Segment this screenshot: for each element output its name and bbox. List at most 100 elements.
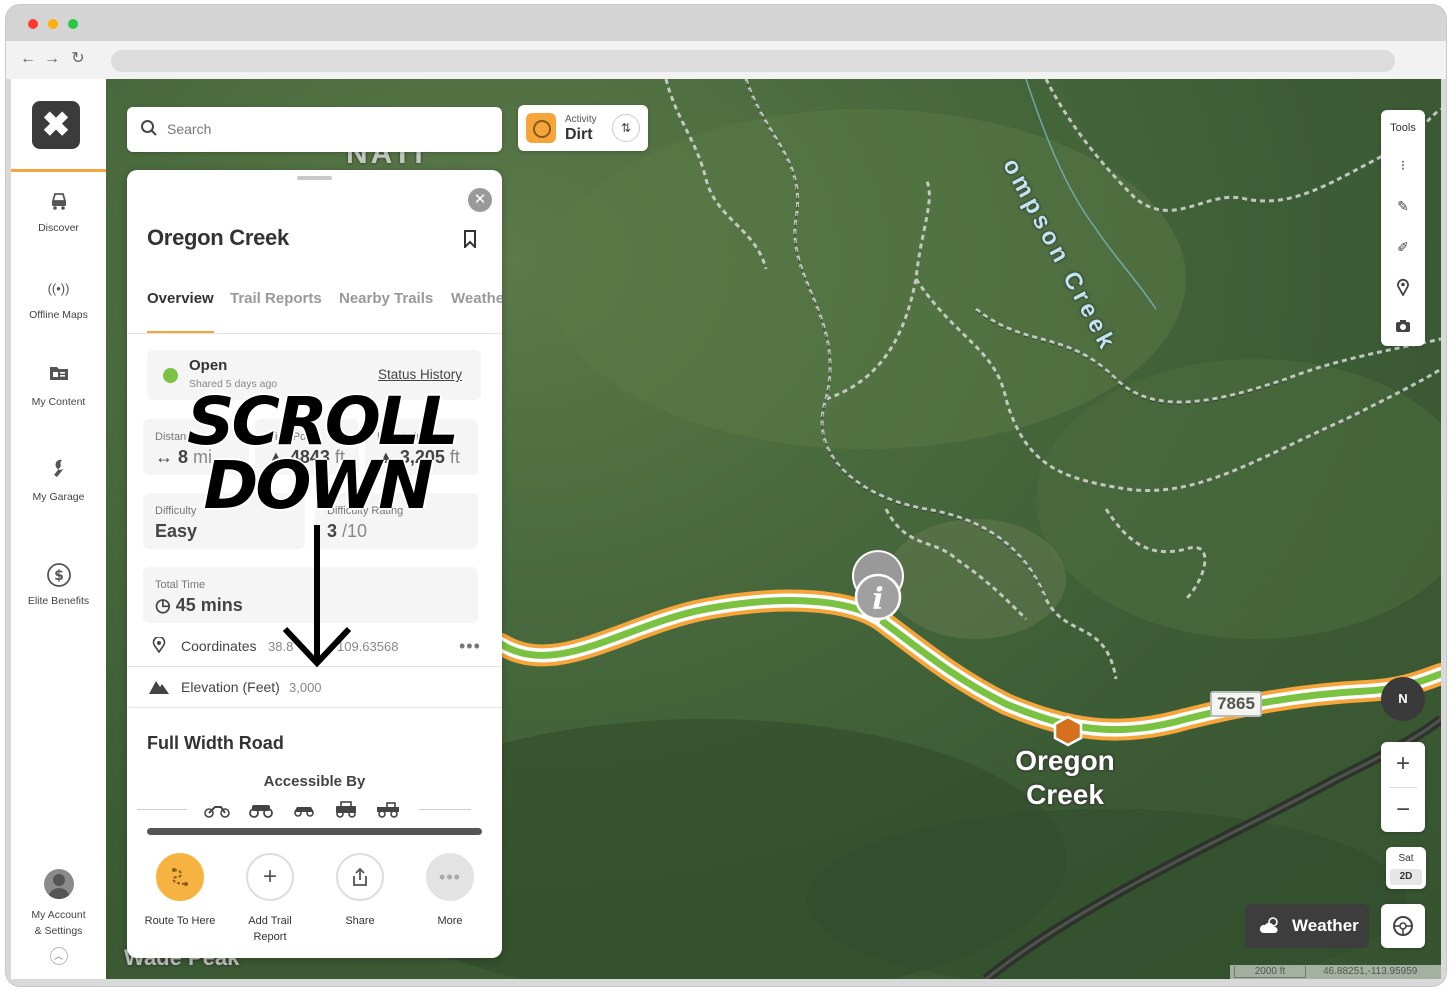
tab-weather[interactable]: Weather xyxy=(451,290,502,334)
sidebar-item-offline-maps[interactable]: ((•)) Offline Maps xyxy=(11,276,106,323)
action-label: More xyxy=(437,915,463,927)
sidebar-item-label: Offline Maps xyxy=(29,309,88,321)
browser-window: ← → ↻ ✖ Discover ((•)) Offline Maps My C… xyxy=(6,5,1446,986)
svg-text:$: $ xyxy=(54,568,64,584)
reload-icon[interactable]: ↻ xyxy=(68,49,88,69)
status-history-link[interactable]: Status History xyxy=(378,367,462,382)
elevation-label: Elevation (Feet) xyxy=(181,679,280,695)
map-layer-toggle[interactable]: Sat 2D xyxy=(1386,847,1426,889)
close-panel-button[interactable]: ✕ xyxy=(468,188,492,212)
overlay-line2: DOWN xyxy=(203,447,434,524)
scale-distance: 2000 ft xyxy=(1234,966,1306,978)
sidebar-item-my-garage[interactable]: My Garage xyxy=(11,458,106,505)
dollar-icon: $ xyxy=(11,562,106,588)
vehicle-icons xyxy=(137,798,492,820)
sidebar-item-label: My Garage xyxy=(32,491,85,503)
jeep-icon xyxy=(336,801,356,818)
weather-label: Weather xyxy=(1292,916,1359,935)
sxs-icon xyxy=(294,807,314,817)
dirt-activity-icon xyxy=(526,113,556,143)
broadcast-icon: ((•)) xyxy=(47,281,70,296)
share-button[interactable]: Share xyxy=(315,853,405,929)
account-label-line1: My Account xyxy=(31,909,86,921)
trail-detail-panel: ✕ Oregon Creek Overview Trail Reports Ne… xyxy=(127,170,502,958)
map-label-oregon: Oregon xyxy=(1015,745,1115,776)
browser-toolbar: ← → ↻ xyxy=(6,41,1446,79)
sidebar-item-label: My Content xyxy=(31,396,86,408)
more-button[interactable]: ••• More xyxy=(405,853,495,929)
drag-handle[interactable] xyxy=(297,176,332,180)
activity-label: Activity xyxy=(565,114,597,125)
layer-type: Sat xyxy=(1398,853,1414,864)
stat-value: 45 xyxy=(175,595,196,615)
compass-button[interactable]: N xyxy=(1381,677,1425,721)
recenter-button[interactable] xyxy=(1381,904,1425,948)
elevation-row: Elevation (Feet) 3,000 xyxy=(127,667,502,708)
filter-sliders-icon[interactable]: ⇅ xyxy=(612,114,640,142)
app-logo-icon[interactable]: ✖ xyxy=(32,101,80,149)
edit-line-icon[interactable]: ✐ xyxy=(1393,237,1413,257)
folder-icon xyxy=(11,363,106,389)
road-type-title: Full Width Road xyxy=(147,733,284,753)
tab-nearby-trails[interactable]: Nearby Trails xyxy=(339,290,433,334)
sidebar-item-label: Elite Benefits xyxy=(27,595,90,607)
wrench-icon xyxy=(11,458,106,484)
elevation-value: 3,000 xyxy=(289,680,322,695)
route-icon xyxy=(156,853,204,901)
stat-unit: mins xyxy=(200,595,243,615)
action-label: Share xyxy=(345,915,375,927)
plus-icon: + xyxy=(246,853,294,901)
account-label-line2: & Settings xyxy=(34,925,83,937)
map-label-creek: Creek xyxy=(1026,779,1104,810)
zoom-in-button[interactable]: + xyxy=(1381,742,1425,786)
close-window-dot[interactable] xyxy=(28,19,38,29)
back-arrow-icon[interactable]: ← xyxy=(18,49,38,69)
sidebar-item-account[interactable]: My Account & Settings ︿ xyxy=(11,869,106,965)
scroll-arrow-icon xyxy=(282,525,352,668)
truck-icon xyxy=(377,802,399,818)
pencil-icon[interactable]: ✎ xyxy=(1393,196,1413,216)
action-label: Add Trail xyxy=(248,915,292,927)
forward-arrow-icon[interactable]: → xyxy=(42,49,62,69)
add-trail-report-button[interactable]: + Add Trail Report xyxy=(225,853,315,945)
arrows-horizontal-icon: ↔ xyxy=(155,447,179,467)
action-label-2: Report xyxy=(253,931,287,943)
sidebar: ✖ Discover ((•)) Offline Maps My Content xyxy=(11,79,106,979)
tab-overview[interactable]: Overview xyxy=(147,290,214,334)
tab-trail-reports[interactable]: Trail Reports xyxy=(230,290,322,334)
row-divider xyxy=(127,707,502,708)
url-bar[interactable] xyxy=(111,50,1395,72)
weather-button[interactable]: Weather xyxy=(1245,904,1369,948)
more-icon: ••• xyxy=(426,853,474,901)
waypoint-icon[interactable] xyxy=(1393,278,1413,298)
overlay-line1: SCROLL xyxy=(187,383,459,460)
activity-value: Dirt xyxy=(565,126,593,143)
coordinates-label: Coordinates xyxy=(181,638,257,654)
car-icon xyxy=(11,189,106,215)
accessible-by-title: Accessible By xyxy=(263,773,366,790)
minimize-window-dot[interactable] xyxy=(48,19,58,29)
avatar xyxy=(43,869,74,899)
svg-text:i: i xyxy=(872,582,883,617)
zoom-out-button[interactable]: − xyxy=(1381,788,1425,832)
search-bar[interactable] xyxy=(127,107,502,152)
route-to-here-button[interactable]: Route To Here xyxy=(135,853,225,929)
search-input[interactable] xyxy=(167,117,487,141)
logo-underline xyxy=(11,169,106,172)
more-dots-icon[interactable]: ••• xyxy=(459,636,481,657)
activity-selector[interactable]: Activity Dirt ⇅ xyxy=(518,105,648,151)
atv-icon xyxy=(249,805,273,818)
access-bar xyxy=(147,828,482,835)
sidebar-item-elite-benefits[interactable]: $ Elite Benefits xyxy=(11,562,106,609)
search-icon xyxy=(141,120,157,136)
map-coordinates: 46.88251,-113.95959 xyxy=(1323,966,1418,977)
chevron-up-icon[interactable]: ︿ xyxy=(49,947,68,965)
tools-panel: Tools ⁝ ✎ ✐ xyxy=(1381,110,1425,346)
bookmark-icon[interactable] xyxy=(463,230,477,248)
camera-icon[interactable] xyxy=(1393,318,1413,338)
sidebar-item-my-content[interactable]: My Content xyxy=(11,363,106,410)
route-draw-icon[interactable]: ⁝ xyxy=(1393,155,1413,175)
maximize-window-dot[interactable] xyxy=(68,19,78,29)
sidebar-item-discover[interactable]: Discover xyxy=(11,189,106,236)
scroll-down-overlay: SCROLL DOWN xyxy=(187,383,459,524)
